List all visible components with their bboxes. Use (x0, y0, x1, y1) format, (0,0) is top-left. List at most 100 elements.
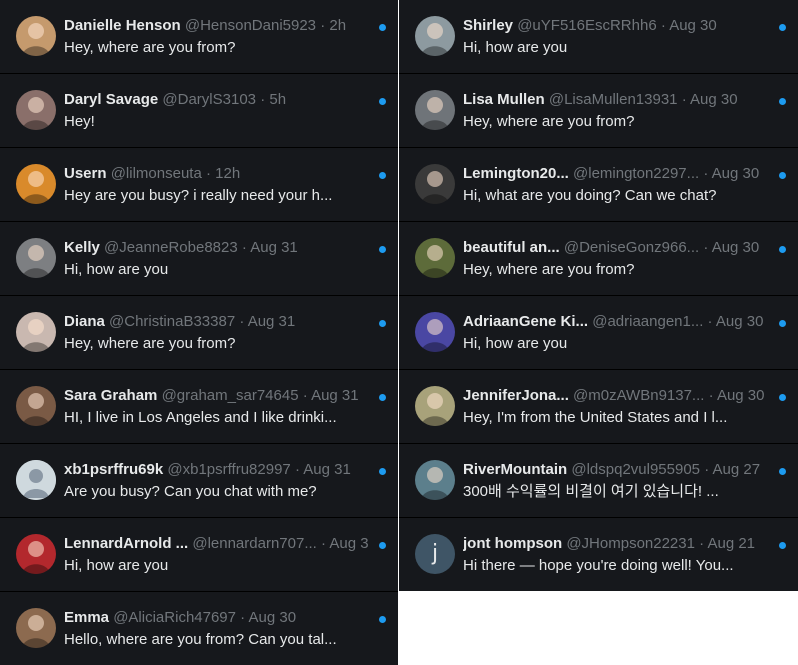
conversation-row[interactable]: AdriaanGene Ki... @adriaangen1... · Aug … (399, 296, 798, 369)
timestamp[interactable]: Aug 30 (712, 239, 760, 256)
avatar[interactable] (16, 164, 56, 204)
conversation-row[interactable]: JenniferJona... @m0zAWBn9137... · Aug 30… (399, 370, 798, 443)
avatar[interactable] (16, 16, 56, 56)
sender-name[interactable]: Danielle Henson (64, 17, 181, 34)
conversation-row[interactable]: LennardArnold ... @lennardarn707... · Au… (0, 518, 398, 591)
conversation-row[interactable]: Danielle Henson @HensonDani5923 · 2h Hey,… (0, 0, 398, 73)
conversation-row[interactable]: Usern @lilmonseuta · 12h Hey are you busy… (0, 148, 398, 221)
timestamp[interactable]: Aug 31 (311, 387, 359, 404)
avatar[interactable] (415, 460, 455, 500)
avatar[interactable] (16, 608, 56, 648)
timestamp[interactable]: Aug 30 (717, 387, 765, 404)
timestamp[interactable]: Aug 31 (248, 313, 296, 330)
sender-name[interactable]: Emma (64, 609, 109, 626)
sender-name[interactable]: Usern (64, 165, 107, 182)
sender-handle[interactable]: @DarylS3103 (162, 91, 256, 108)
conversation-row[interactable]: Daryl Savage @DarylS3103 · 5h Hey! (0, 74, 398, 147)
sender-handle[interactable]: @DeniseGonz966... (564, 239, 699, 256)
timestamp[interactable]: Aug 31 (329, 535, 368, 552)
sender-handle[interactable]: @graham_sar74645 (162, 387, 299, 404)
conversation-list-left: Danielle Henson @HensonDani5923 · 2h Hey,… (0, 0, 398, 665)
message-preview: Hey are you busy? i really need your h..… (64, 187, 333, 204)
sender-handle[interactable]: @JHompson22231 (566, 535, 695, 552)
unread-indicator-icon (779, 542, 786, 549)
conversation-row[interactable]: Emma @AliciaRich47697 · Aug 30 Hello, whe… (0, 592, 398, 665)
sender-handle[interactable]: @m0zAWBn9137... (573, 387, 704, 404)
sender-handle[interactable]: @adriaangen1... (592, 313, 703, 330)
sender-name[interactable]: beautiful an... (463, 239, 560, 256)
sender-name[interactable]: Lisa Mullen (463, 91, 545, 108)
sender-name[interactable]: jont hompson (463, 535, 562, 552)
sender-name[interactable]: Shirley (463, 17, 513, 34)
avatar[interactable] (415, 90, 455, 130)
sender-handle[interactable]: @JeanneRobe8823 (104, 239, 238, 256)
conversation-row[interactable]: Kelly @JeanneRobe8823 · Aug 31 Hi, how ar… (0, 222, 398, 295)
sender-name[interactable]: Daryl Savage (64, 91, 158, 108)
timestamp[interactable]: Aug 27 (713, 461, 761, 478)
sender-name[interactable]: AdriaanGene Ki... (463, 313, 588, 330)
conversation-row[interactable]: Diana @ChristinaB33387 · Aug 31 Hey, wher… (0, 296, 398, 369)
conversation-header: AdriaanGene Ki... @adriaangen1... · Aug … (463, 313, 768, 331)
sender-handle[interactable]: @HensonDani5923 (185, 17, 316, 34)
sender-handle[interactable]: @LisaMullen13931 (549, 91, 678, 108)
conversation-row[interactable]: beautiful an... @DeniseGonz966... · Aug … (399, 222, 798, 295)
avatar[interactable] (415, 164, 455, 204)
timestamp[interactable]: 5h (269, 91, 286, 108)
timestamp[interactable]: Aug 30 (249, 609, 297, 626)
avatar[interactable] (16, 386, 56, 426)
avatar[interactable] (16, 460, 56, 500)
conversation-row[interactable]: Lisa Mullen @LisaMullen13931 · Aug 30 Hey… (399, 74, 798, 147)
default-person-icon (16, 460, 56, 500)
avatar[interactable] (415, 386, 455, 426)
profile-photo-icon (22, 615, 50, 648)
separator-dot: · (703, 165, 709, 182)
avatar[interactable]: j (415, 534, 455, 574)
avatar[interactable] (16, 238, 56, 278)
avatar[interactable] (16, 534, 56, 574)
avatar[interactable] (415, 238, 455, 278)
sender-name[interactable]: Diana (64, 313, 105, 330)
timestamp[interactable]: Aug 30 (716, 313, 764, 330)
sender-handle[interactable]: @lennardarn707... (192, 535, 316, 552)
conversation-header: Danielle Henson @HensonDani5923 · 2h (64, 17, 368, 35)
sender-name[interactable]: Lemington20... (463, 165, 569, 182)
avatar[interactable] (16, 312, 56, 352)
conversation-row[interactable]: Sara Graham @graham_sar74645 · Aug 31 HI,… (0, 370, 398, 443)
sender-name[interactable]: RiverMountain (463, 461, 567, 478)
sender-handle[interactable]: @ldspq2vul955905 (571, 461, 700, 478)
sender-name[interactable]: Sara Graham (64, 387, 157, 404)
timestamp[interactable]: Aug 30 (669, 17, 717, 34)
timestamp[interactable]: Aug 31 (250, 239, 298, 256)
conversation-row[interactable]: j jont hompson @JHompson22231 · Aug 21 Hi … (399, 518, 798, 591)
sender-handle[interactable]: @lilmonseuta (111, 165, 202, 182)
sender-handle[interactable]: @AliciaRich47697 (113, 609, 236, 626)
message-preview: Hi there — hope you're doing well! You..… (463, 557, 734, 574)
avatar[interactable] (415, 312, 455, 352)
timestamp[interactable]: Aug 21 (707, 535, 755, 552)
message-preview: 300배 수익률의 비결이 여기 있습니다! ... (463, 483, 719, 500)
sender-handle[interactable]: @ChristinaB33387 (109, 313, 235, 330)
timestamp[interactable]: Aug 30 (690, 91, 738, 108)
avatar[interactable] (415, 16, 455, 56)
sender-handle[interactable]: @xb1psrffru82997 (167, 461, 290, 478)
timestamp[interactable]: Aug 31 (303, 461, 351, 478)
conversation-row[interactable]: RiverMountain @ldspq2vul955905 · Aug 27 3… (399, 444, 798, 517)
unread-indicator-icon (779, 320, 786, 327)
sender-handle[interactable]: @lemington2297... (573, 165, 699, 182)
sender-name[interactable]: xb1psrffru69k (64, 461, 163, 478)
conversation-row[interactable]: xb1psrffru69k @xb1psrffru82997 · Aug 31 A… (0, 444, 398, 517)
separator-dot: · (703, 239, 709, 256)
sender-name[interactable]: LennardArnold ... (64, 535, 188, 552)
conversation-row[interactable]: Shirley @uYF516EscRRhh6 · Aug 30 Hi, how … (399, 0, 798, 73)
sender-handle[interactable]: @uYF516EscRRhh6 (517, 17, 656, 34)
avatar[interactable] (16, 90, 56, 130)
timestamp[interactable]: Aug 30 (712, 165, 760, 182)
unread-indicator-icon (779, 24, 786, 31)
conversation-row[interactable]: Lemington20... @lemington2297... · Aug 3… (399, 148, 798, 221)
sender-name[interactable]: Kelly (64, 239, 100, 256)
unread-indicator-icon (379, 394, 386, 401)
sender-name[interactable]: JenniferJona... (463, 387, 569, 404)
timestamp[interactable]: 12h (215, 165, 240, 182)
timestamp[interactable]: 2h (329, 17, 346, 34)
conversation-header: RiverMountain @ldspq2vul955905 · Aug 27 (463, 461, 768, 479)
